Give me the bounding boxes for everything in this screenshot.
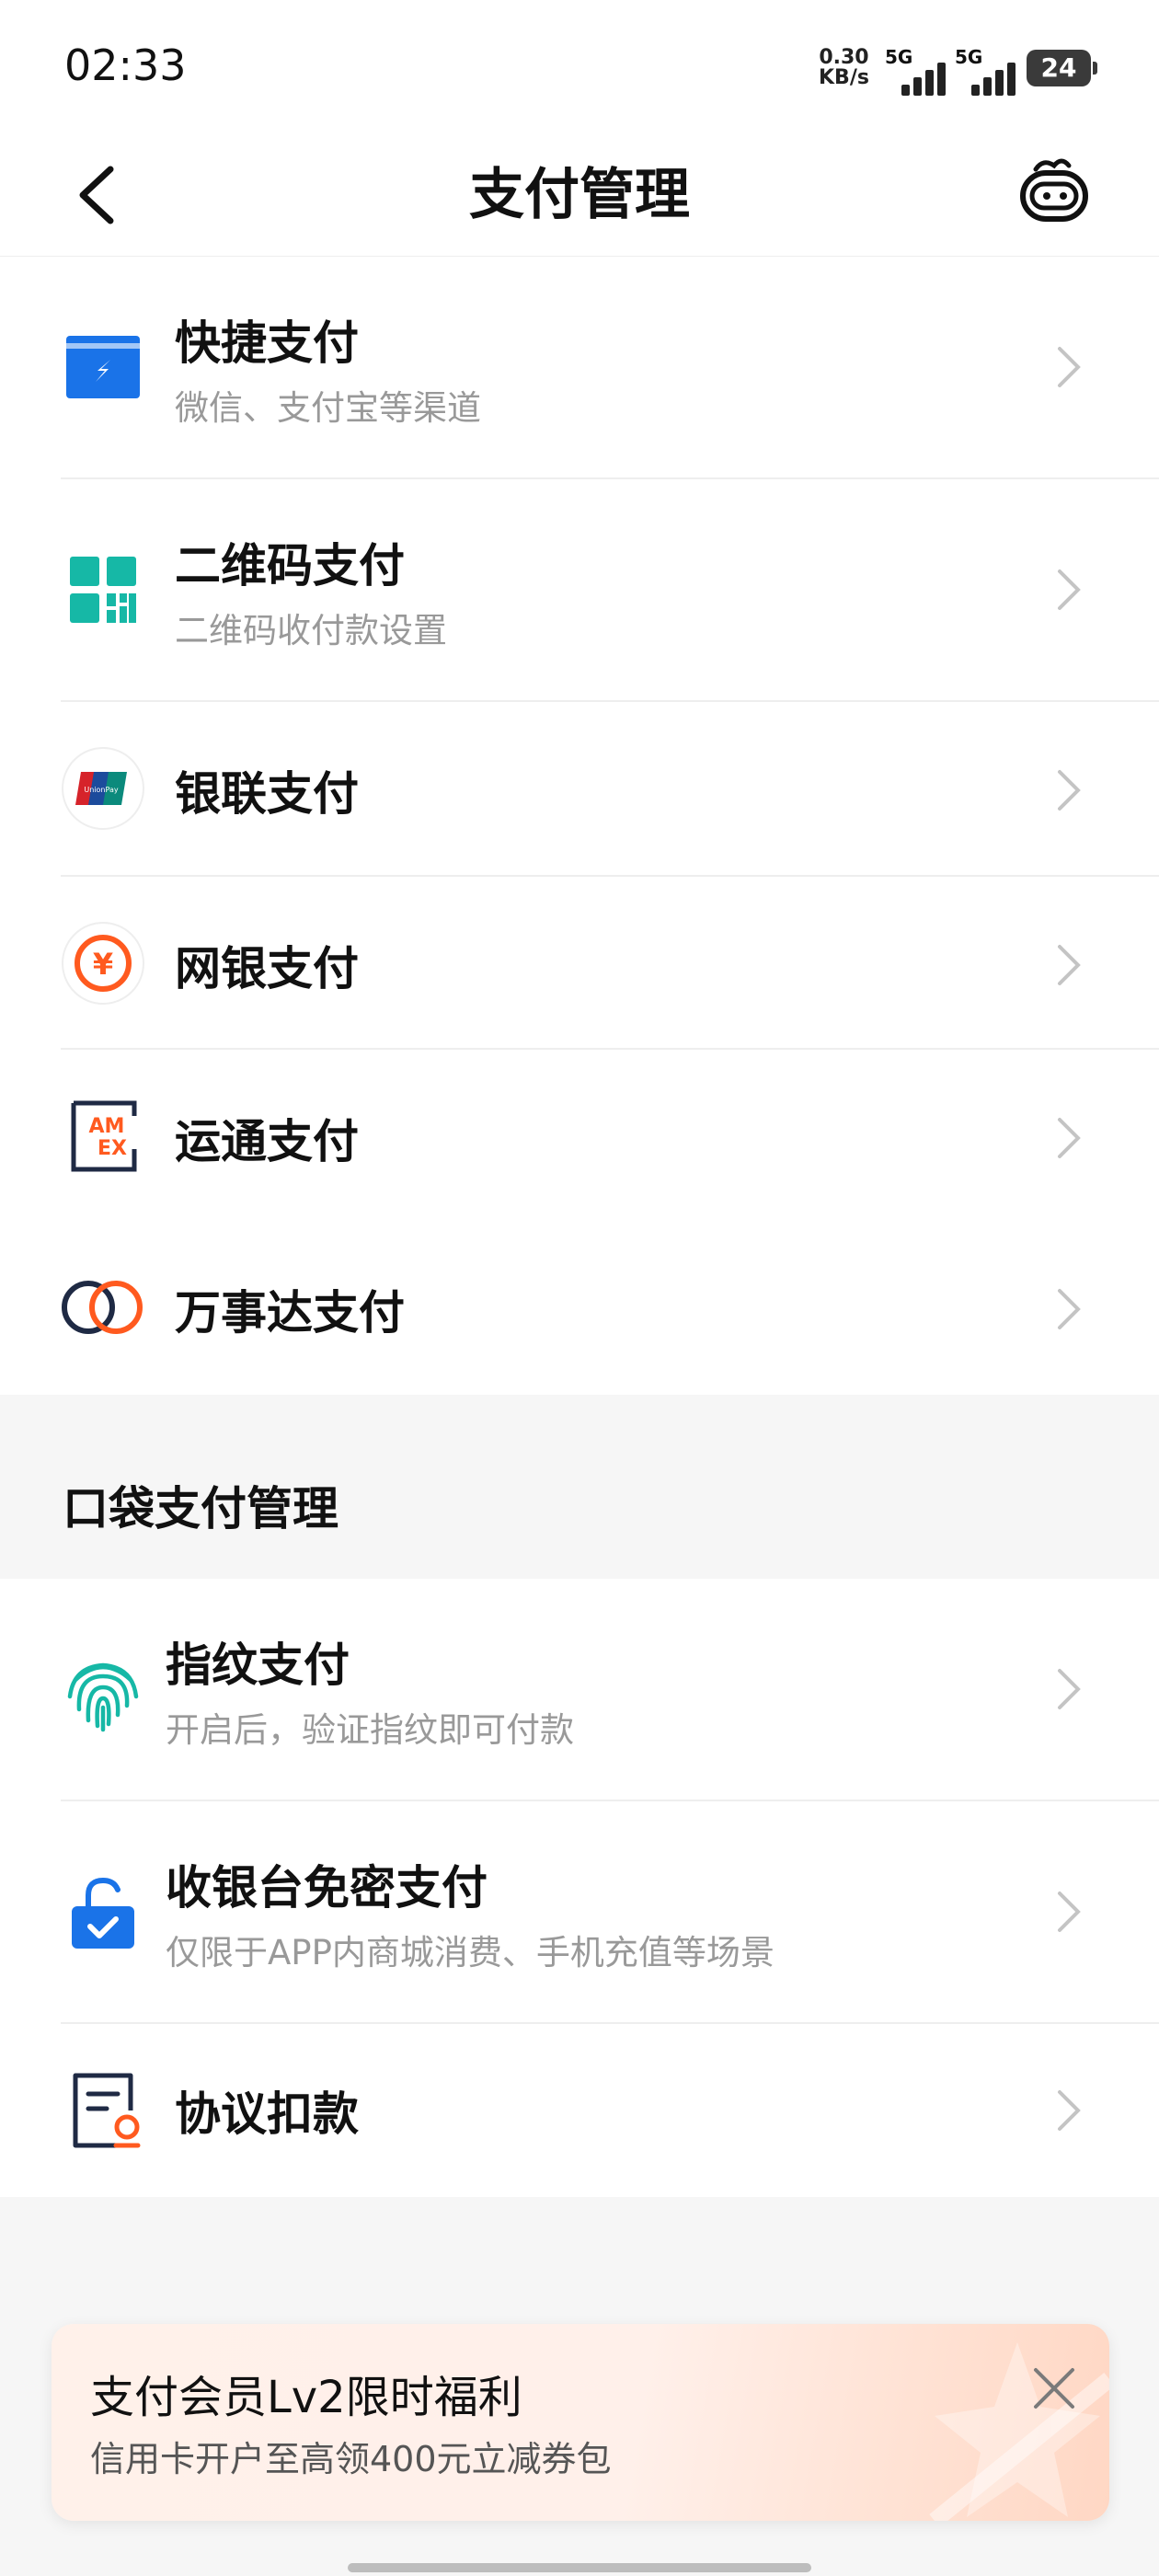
robot-assistant-icon[interactable] (1016, 153, 1093, 230)
close-icon[interactable] (1027, 2361, 1082, 2416)
banner-subtitle: 信用卡开户至高领400元立减券包 (90, 2439, 612, 2479)
banner-title: 支付会员Lv2限时福利 (90, 2372, 522, 2423)
chevron-right-icon (1058, 569, 1081, 610)
item-title: 指纹支付 (166, 1639, 350, 1692)
status-time: 02:33 (64, 40, 187, 90)
item-title: 网银支付 (175, 942, 359, 995)
item-title: 银联支付 (175, 767, 359, 821)
item-title: 协议扣款 (175, 2087, 359, 2141)
item-title: 二维码支付 (175, 539, 405, 592)
chevron-right-icon (1058, 770, 1081, 811)
list-item-password-free-pay[interactable]: 收银台免密支付 仅限于APP内商城消费、手机充值等场景 (0, 1801, 1159, 2024)
promo-banner[interactable]: 支付会员Lv2限时福利 信用卡开户至高领400元立减券包 (52, 2324, 1109, 2521)
network-speed-unit: KB/s (819, 66, 869, 89)
amex-text-top: AM (89, 1115, 125, 1138)
list-item-fingerprint-pay[interactable]: 指纹支付 开启后，验证指纹即可付款 (0, 1579, 1159, 1801)
item-title: 万事达支付 (175, 1286, 405, 1340)
list-item-unionpay[interactable]: UnionPay 银联支付 (0, 702, 1159, 877)
fingerprint-icon (67, 1662, 139, 1732)
network-speed: 0.30 KB/s (819, 48, 869, 88)
list-item-quick-pay[interactable]: 快捷支付 微信、支付宝等渠道 (0, 257, 1159, 479)
qr-code-icon (70, 557, 136, 623)
amex-text-bottom: EX (98, 1137, 127, 1160)
list-item-online-banking[interactable]: ¥ 网银支付 (0, 877, 1159, 1050)
chevron-right-icon (1058, 1669, 1081, 1709)
item-title: 快捷支付 (175, 316, 359, 370)
star-decoration-icon (929, 2342, 1109, 2521)
battery-icon: 24 (1027, 50, 1097, 86)
list-item-qr-pay[interactable]: 二维码支付 二维码收付款设置 (0, 479, 1159, 702)
chevron-right-icon (1058, 1118, 1081, 1158)
section-title: 口袋支付管理 (63, 1482, 339, 1535)
yuan-icon: ¥ (62, 922, 144, 1005)
agreement-icon (73, 2073, 141, 2148)
item-subtitle: 微信、支付宝等渠道 (175, 388, 481, 428)
item-title: 收银台免密支付 (166, 1861, 488, 1915)
home-indicator[interactable] (348, 2563, 811, 2572)
page-title: 支付管理 (469, 163, 690, 227)
item-subtitle: 仅限于APP内商城消费、手机充值等场景 (166, 1933, 775, 1972)
section-header: 口袋支付管理 (0, 1395, 1159, 1579)
chevron-right-icon (1058, 1289, 1081, 1329)
unionpay-logo-text: UnionPay (84, 786, 118, 794)
item-title: 运通支付 (175, 1115, 359, 1168)
list-item-mastercard[interactable]: 万事达支付 (0, 1223, 1159, 1395)
amex-icon: AM EX (71, 1100, 137, 1172)
quick-pay-icon (66, 336, 140, 398)
payment-methods-list: 快捷支付 微信、支付宝等渠道 二维码支付 二维码收付款设置 UnionPay 银 (0, 257, 1159, 1395)
mastercard-icon (62, 1281, 143, 1334)
list-item-agreement-deduction[interactable]: 协议扣款 (0, 2024, 1159, 2197)
status-bar: 02:33 0.30 KB/s 5G 5G 24 (0, 0, 1159, 138)
list-item-amex[interactable]: AM EX 运通支付 (0, 1050, 1159, 1223)
chevron-right-icon (1058, 1892, 1081, 1932)
chevron-right-icon (1058, 945, 1081, 985)
chevron-right-icon (1058, 347, 1081, 387)
navigation-bar: 支付管理 (0, 138, 1159, 257)
item-subtitle: 二维码收付款设置 (175, 611, 447, 650)
network-speed-value: 0.30 (819, 46, 869, 69)
chevron-right-icon (1058, 2090, 1081, 2131)
item-subtitle: 开启后，验证指纹即可付款 (166, 1710, 574, 1750)
unionpay-icon: UnionPay (62, 747, 144, 830)
pocket-payment-list: 指纹支付 开启后，验证指纹即可付款 收银台免密支付 仅限于APP内商城消费、手机… (0, 1579, 1159, 2197)
yuan-symbol: ¥ (93, 947, 113, 982)
unlock-icon (72, 1877, 134, 1949)
